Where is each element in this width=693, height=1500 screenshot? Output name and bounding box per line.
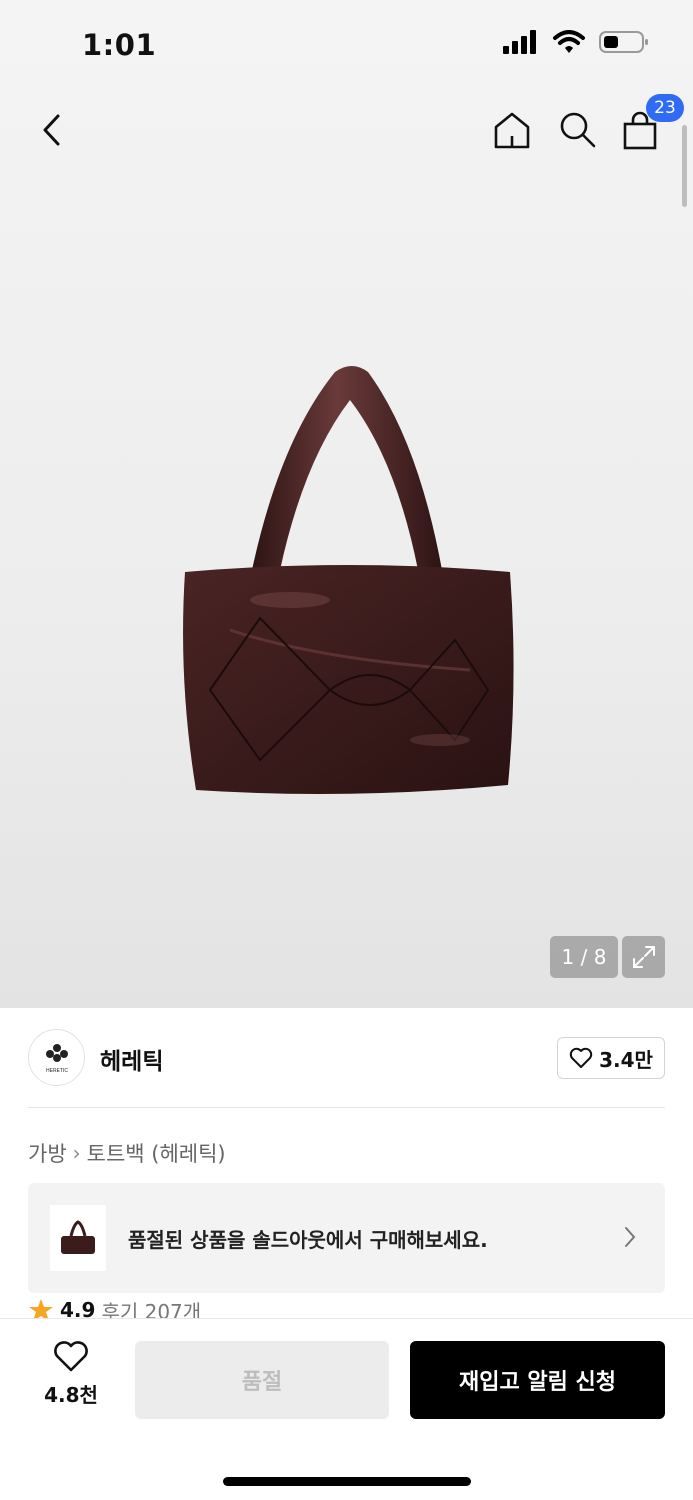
bag-thumbnail-icon [61, 1220, 95, 1254]
home-indicator [223, 1477, 471, 1486]
brand-like-button[interactable]: 3.4만 [557, 1037, 665, 1079]
chevron-right-icon: › [72, 1141, 81, 1165]
soldout-button[interactable]: 품절 [135, 1341, 389, 1419]
divider [28, 1107, 665, 1108]
brand-name[interactable]: 헤레틱 [100, 1042, 163, 1076]
breadcrumb-category[interactable]: 가방 [28, 1138, 67, 1168]
chevron-right-icon [625, 1227, 636, 1247]
expand-icon [632, 946, 655, 968]
expand-image-button[interactable] [622, 936, 665, 978]
back-button[interactable] [30, 108, 74, 152]
status-icons [503, 30, 649, 54]
signal-icon [503, 30, 536, 54]
product-gallery[interactable]: 1:01 23 1 / 8 [0, 0, 693, 1008]
soldout-thumbnail [50, 1205, 106, 1271]
search-icon [560, 112, 596, 148]
home-button[interactable] [488, 106, 536, 154]
home-icon [494, 112, 530, 149]
soldout-promo-card[interactable]: 품절된 상품을 솔드아웃에서 구매해보세요. [28, 1183, 665, 1293]
cart-button[interactable]: 23 [616, 94, 684, 154]
brand-like-count: 3.4만 [599, 1047, 653, 1072]
battery-icon [599, 31, 648, 53]
restock-alert-button[interactable]: 재입고 알림 신청 [410, 1341, 665, 1419]
wifi-icon [553, 30, 585, 53]
svg-text:HERETIC: HERETIC [46, 1068, 68, 1074]
cart-count-badge: 23 [646, 94, 684, 122]
brand-logo[interactable]: HERETIC [28, 1029, 85, 1086]
wishlist-count: 4.8천 [44, 1383, 98, 1407]
breadcrumb-subcategory[interactable]: 토트백 (헤레틱) [87, 1138, 226, 1168]
soldout-promo-text: 품절된 상품을 솔드아웃에서 구매해보세요. [128, 1228, 488, 1252]
product-image [183, 366, 514, 794]
brand-logo-mark: HERETIC [45, 1043, 68, 1074]
heart-icon [54, 1341, 88, 1372]
status-time: 1:01 [82, 28, 157, 62]
scroll-indicator [682, 125, 687, 207]
wishlist-button[interactable]: 4.8천 [30, 1341, 112, 1421]
search-button[interactable] [553, 106, 601, 154]
heart-icon [569, 1047, 593, 1068]
chevron-left-icon [43, 114, 60, 146]
bottom-action-bar: 4.8천 품절 재입고 알림 신청 [0, 1318, 693, 1500]
image-counter: 1 / 8 [550, 936, 618, 978]
breadcrumb: 가방 › 토트백 (헤레틱) [28, 1138, 226, 1168]
